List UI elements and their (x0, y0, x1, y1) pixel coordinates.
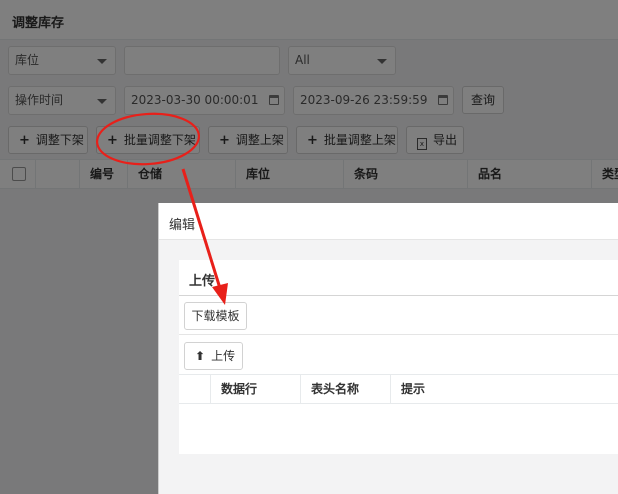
download-template-button[interactable]: 下载模板 (184, 302, 247, 330)
dialog-title: 编辑 (169, 218, 196, 233)
upload-panel: 上传 下载模板 ⬆ 上传 数据行 表头名称 提示 (179, 260, 618, 454)
column-header-data-row: 数据行 (211, 375, 301, 403)
table-spacer-col (179, 375, 211, 403)
divider (179, 334, 618, 335)
upload-button[interactable]: ⬆ 上传 (184, 342, 243, 370)
download-template-label: 下载模板 (191, 309, 240, 323)
upload-icon: ⬆ (195, 349, 206, 363)
upload-result-table-header: 数据行 表头名称 提示 (179, 374, 618, 404)
divider (179, 295, 618, 296)
column-header-hint: 提示 (401, 382, 426, 396)
dialog-header: 编辑 (159, 203, 618, 240)
upload-panel-title: 上传 (189, 274, 216, 289)
column-header-header-name: 表头名称 (301, 375, 391, 403)
edit-dialog: 编辑 上传 下载模板 ⬆ 上传 数据行 表头名称 提示 (158, 203, 618, 494)
upload-button-label: 上传 (211, 349, 236, 363)
